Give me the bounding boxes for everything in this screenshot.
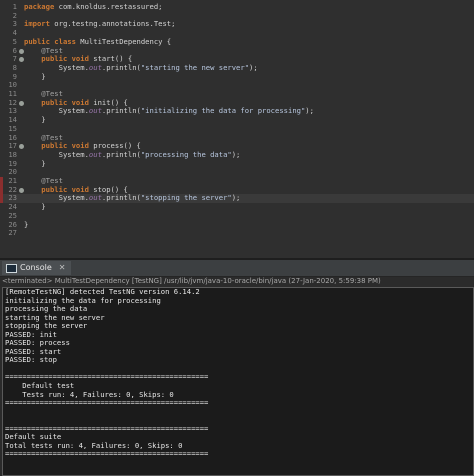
code-text: }	[24, 219, 29, 230]
code-token: );	[249, 62, 258, 72]
console-line: stopping the server	[5, 321, 88, 331]
code-line[interactable]: 5 public class MultiTestDependency {	[0, 36, 474, 47]
code-token: @Test	[24, 45, 63, 55]
code-token: );	[305, 106, 314, 116]
code-token: "processing the data"	[140, 149, 232, 159]
code-token: public void	[24, 184, 89, 194]
code-token: "stopping the server"	[140, 193, 232, 203]
code-token: import	[24, 19, 50, 29]
code-token: .println(	[101, 193, 141, 203]
code-line[interactable]: 1 package com.knoldus.restassured;	[0, 2, 474, 12]
code-text: }	[24, 158, 46, 169]
code-text: }	[24, 202, 46, 212]
console-line: ========================================…	[5, 449, 209, 459]
code-token: }	[24, 115, 46, 125]
code-token: process() {	[88, 141, 141, 151]
code-text: System.out.println("initializing the dat…	[24, 107, 314, 116]
console-line: PASSED: process	[5, 338, 70, 348]
code-token: out	[88, 149, 102, 159]
console-line: PASSED: init	[5, 329, 57, 339]
code-token: }	[24, 219, 29, 229]
code-token: "starting the new server"	[140, 62, 250, 72]
code-text: System.out.println("processing the data"…	[24, 149, 241, 160]
console-output[interactable]: [RemoteTestNG] detected TestNG version 6…	[2, 287, 474, 476]
code-token: out	[88, 62, 102, 72]
code-token: org.testng.annotations.Test;	[49, 19, 176, 29]
line-number: 27	[8, 228, 17, 238]
tab-console[interactable]: Console ✕	[2, 261, 72, 275]
code-token: public class	[24, 36, 76, 46]
console-tab-bar: Console ✕	[0, 260, 474, 277]
code-token: System.	[24, 193, 89, 203]
code-token: public void	[24, 97, 89, 107]
code-line[interactable]: 13 System.out.println("initializing the …	[0, 107, 474, 116]
console-line: PASSED: stop	[5, 355, 57, 365]
console-icon	[6, 263, 17, 273]
code-token: stop() {	[88, 184, 128, 194]
console-status-line: <terminated> MultiTestDependency [TestNG…	[2, 277, 381, 285]
code-token: .println(	[101, 62, 141, 72]
code-line[interactable]: 9 }	[0, 71, 474, 82]
code-token: }	[24, 158, 46, 168]
code-token: }	[24, 202, 46, 212]
code-line[interactable]: 8 System.out.println("starting the new s…	[0, 62, 474, 73]
code-token: .println(	[101, 149, 141, 159]
code-token: }	[24, 71, 46, 81]
code-line[interactable]: 23 System.out.println("stopping the serv…	[0, 193, 474, 204]
code-token: out	[88, 106, 102, 116]
code-line[interactable]: 20	[0, 168, 474, 177]
console-line: ========================================…	[5, 423, 209, 433]
code-editor[interactable]: 1 package com.knoldus.restassured; 2 3 impor…	[0, 0, 474, 258]
code-token: start() {	[88, 54, 133, 64]
code-text: }	[24, 71, 46, 82]
code-token: @Test	[24, 176, 63, 185]
code-text: package com.knoldus.restassured;	[24, 2, 163, 12]
code-line[interactable]: 27	[0, 228, 474, 238]
code-text: System.out.println("stopping the server"…	[24, 193, 241, 203]
close-icon[interactable]: ✕	[59, 261, 66, 275]
code-text: import org.testng.annotations.Test;	[24, 20, 175, 29]
code-token: System.	[24, 62, 89, 72]
code-token: "initializing the data for processing"	[140, 106, 306, 116]
code-token: .println(	[101, 106, 141, 116]
code-token: );	[231, 149, 241, 159]
code-line[interactable]: 3 import org.testng.annotations.Test;	[0, 20, 474, 29]
code-line[interactable]: 10	[0, 81, 474, 90]
code-token: init() {	[88, 97, 128, 107]
console-line: PASSED: start	[5, 346, 62, 356]
console-tab-label: Console	[20, 263, 52, 272]
code-token: System.	[24, 149, 89, 159]
code-line[interactable]: 15	[0, 124, 474, 134]
code-token: System.	[24, 106, 89, 116]
code-token: public void	[24, 54, 89, 64]
code-text: System.out.println("starting the new ser…	[24, 62, 258, 73]
code-line[interactable]: 18 System.out.println("processing the da…	[0, 149, 474, 160]
code-token: );	[231, 193, 241, 203]
code-token: public void	[24, 141, 89, 151]
code-token: @Test	[24, 89, 63, 98]
code-token: package com.knoldus.restassured;	[24, 2, 163, 11]
code-token: @Test	[24, 132, 63, 142]
code-line[interactable]: 25	[0, 211, 474, 221]
code-text: }	[24, 115, 46, 125]
console-line: ========================================…	[5, 398, 209, 408]
code-line[interactable]: 26}	[0, 219, 474, 230]
code-line[interactable]: 14 }	[0, 115, 474, 125]
code-token: MultiTestDependency {	[75, 36, 172, 46]
code-token: out	[88, 193, 102, 203]
code-line[interactable]: 19 }	[0, 158, 474, 169]
code-line[interactable]: 24 }	[0, 202, 474, 212]
